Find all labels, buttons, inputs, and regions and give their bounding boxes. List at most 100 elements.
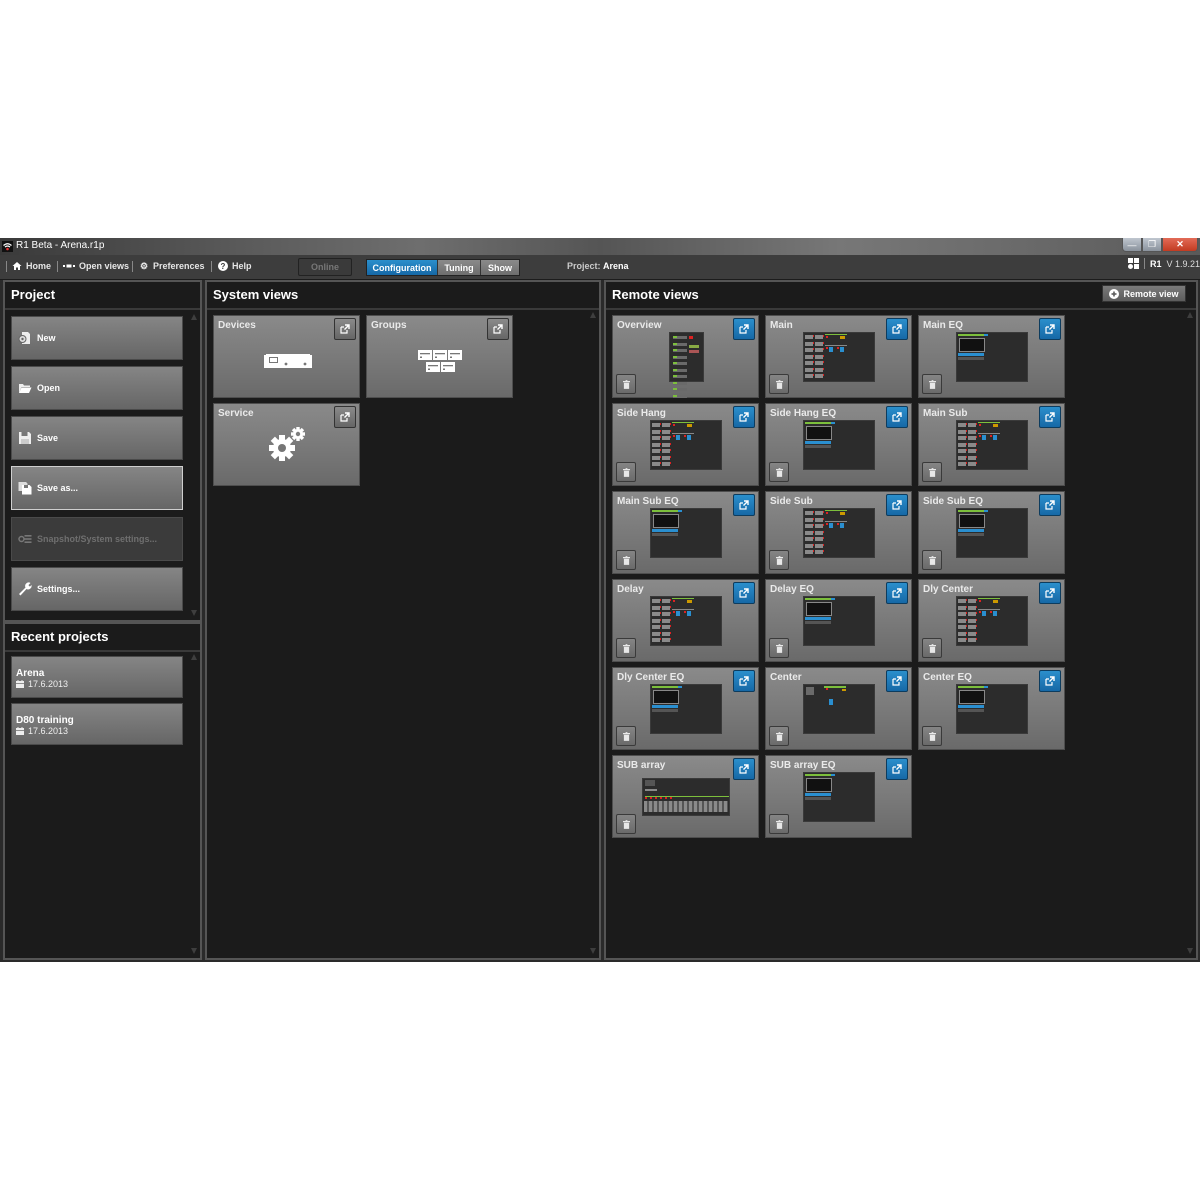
remote-view-tile[interactable]: Delay [612, 579, 759, 662]
delete-view-button[interactable] [616, 638, 636, 658]
trash-icon [622, 643, 630, 653]
settings-button[interactable]: Settings... [11, 567, 183, 611]
delete-view-button[interactable] [922, 550, 942, 570]
system-view-tile-service[interactable]: Service [213, 403, 360, 486]
recent-project-item[interactable]: Arena 17.6.2013 [11, 656, 183, 698]
remote-view-tile[interactable]: SUB array [612, 755, 759, 838]
recent-project-date-text: 17.6.2013 [28, 679, 69, 689]
open-view-button[interactable] [487, 318, 509, 340]
remote-view-tile[interactable]: Center EQ [918, 667, 1065, 750]
remote-view-tile[interactable]: Main EQ [918, 315, 1065, 398]
preferences-button[interactable]: ⚙ Preferences [139, 261, 205, 272]
delete-view-button[interactable] [616, 374, 636, 394]
open-view-button[interactable] [1039, 318, 1061, 340]
external-open-icon [1045, 500, 1055, 510]
remote-view-tile[interactable]: SUB array EQ [765, 755, 912, 838]
home-button[interactable]: Home [12, 261, 51, 271]
scroll-up-arrow[interactable] [191, 314, 197, 320]
open-view-button[interactable] [1039, 406, 1061, 428]
open-view-button[interactable] [886, 406, 908, 428]
open-views-label: Open views [79, 261, 130, 271]
open-view-button[interactable] [733, 318, 755, 340]
save-as-button[interactable]: Save as... [11, 466, 183, 510]
delete-view-button[interactable] [616, 462, 636, 482]
delete-view-button[interactable] [922, 638, 942, 658]
scroll-down-arrow[interactable] [590, 948, 596, 954]
delete-view-button[interactable] [616, 726, 636, 746]
open-view-button[interactable] [733, 670, 755, 692]
snapshot-settings-label: Snapshot/System settings... [37, 534, 158, 544]
open-view-button[interactable] [1039, 582, 1061, 604]
delete-view-button[interactable] [769, 462, 789, 482]
scroll-down-arrow[interactable] [1187, 948, 1193, 954]
scroll-up-arrow[interactable] [590, 312, 596, 318]
snapshot-settings-button[interactable]: Snapshot/System settings... [11, 517, 183, 561]
open-view-button[interactable] [1039, 670, 1061, 692]
system-view-tile-devices[interactable]: Devices [213, 315, 360, 398]
open-view-button[interactable] [733, 758, 755, 780]
scroll-down-arrow[interactable] [191, 610, 197, 616]
open-view-button[interactable] [886, 494, 908, 516]
remote-view-tile[interactable]: Dly Center EQ [612, 667, 759, 750]
view-thumbnail [642, 778, 730, 816]
remote-view-tile[interactable]: Dly Center [918, 579, 1065, 662]
tab-configuration[interactable]: Configuration [367, 260, 438, 275]
open-views-button[interactable]: Open views [63, 261, 129, 271]
remote-view-tile[interactable]: Main [765, 315, 912, 398]
delete-view-button[interactable] [616, 550, 636, 570]
delete-view-button[interactable] [922, 726, 942, 746]
remote-view-tile[interactable]: Delay EQ [765, 579, 912, 662]
scroll-up-arrow[interactable] [1187, 312, 1193, 318]
remote-view-tile[interactable]: Main Sub [918, 403, 1065, 486]
delete-view-button[interactable] [922, 374, 942, 394]
open-project-button[interactable]: Open [11, 366, 183, 410]
remote-view-tile[interactable]: Center [765, 667, 912, 750]
open-view-button[interactable] [733, 582, 755, 604]
close-button[interactable]: ✕ [1162, 238, 1198, 252]
scroll-down-arrow[interactable] [191, 948, 197, 954]
tab-show[interactable]: Show [481, 260, 519, 275]
recent-project-item[interactable]: D80 training 17.6.2013 [11, 703, 183, 745]
save-project-button[interactable]: Save [11, 416, 183, 460]
open-view-button[interactable] [334, 318, 356, 340]
project-prefix: Project: [567, 261, 601, 271]
scroll-up-arrow[interactable] [191, 654, 197, 660]
new-project-button[interactable]: New [11, 316, 183, 360]
remote-view-tile[interactable]: Side Sub EQ [918, 491, 1065, 574]
save-icon [18, 431, 32, 445]
open-view-button[interactable] [334, 406, 356, 428]
open-view-button[interactable] [733, 406, 755, 428]
delete-view-button[interactable] [616, 814, 636, 834]
delete-view-button[interactable] [769, 374, 789, 394]
open-view-button[interactable] [886, 670, 908, 692]
remote-view-tile[interactable]: Main Sub EQ [612, 491, 759, 574]
delete-view-button[interactable] [769, 550, 789, 570]
external-open-icon [340, 324, 350, 334]
delete-view-button[interactable] [769, 638, 789, 658]
groups-icon [418, 350, 462, 372]
external-open-icon [892, 764, 902, 774]
remote-views-panel: Remote views Remote view Overview Main Mai… [604, 280, 1198, 960]
minimize-button[interactable]: — [1122, 238, 1142, 252]
layout-grid-icon[interactable] [1127, 258, 1139, 269]
open-view-button[interactable] [733, 494, 755, 516]
tab-tuning[interactable]: Tuning [438, 260, 481, 275]
delete-view-button[interactable] [769, 726, 789, 746]
add-remote-view-button[interactable]: Remote view [1102, 285, 1186, 302]
online-button[interactable]: Online [298, 258, 352, 276]
remote-view-tile[interactable]: Side Sub [765, 491, 912, 574]
restore-button[interactable]: ❐ [1142, 238, 1162, 252]
window-controls: — ❐ ✕ [1122, 238, 1198, 252]
system-view-tile-groups[interactable]: Groups [366, 315, 513, 398]
open-view-button[interactable] [886, 582, 908, 604]
open-view-button[interactable] [886, 758, 908, 780]
delete-view-button[interactable] [769, 814, 789, 834]
open-view-button[interactable] [886, 318, 908, 340]
remote-view-tile[interactable]: Overview [612, 315, 759, 398]
remote-view-tile[interactable]: Side Hang EQ [765, 403, 912, 486]
remote-view-tile[interactable]: Side Hang [612, 403, 759, 486]
trash-icon [928, 379, 936, 389]
open-view-button[interactable] [1039, 494, 1061, 516]
help-button[interactable]: ? Help [218, 261, 252, 271]
delete-view-button[interactable] [922, 462, 942, 482]
